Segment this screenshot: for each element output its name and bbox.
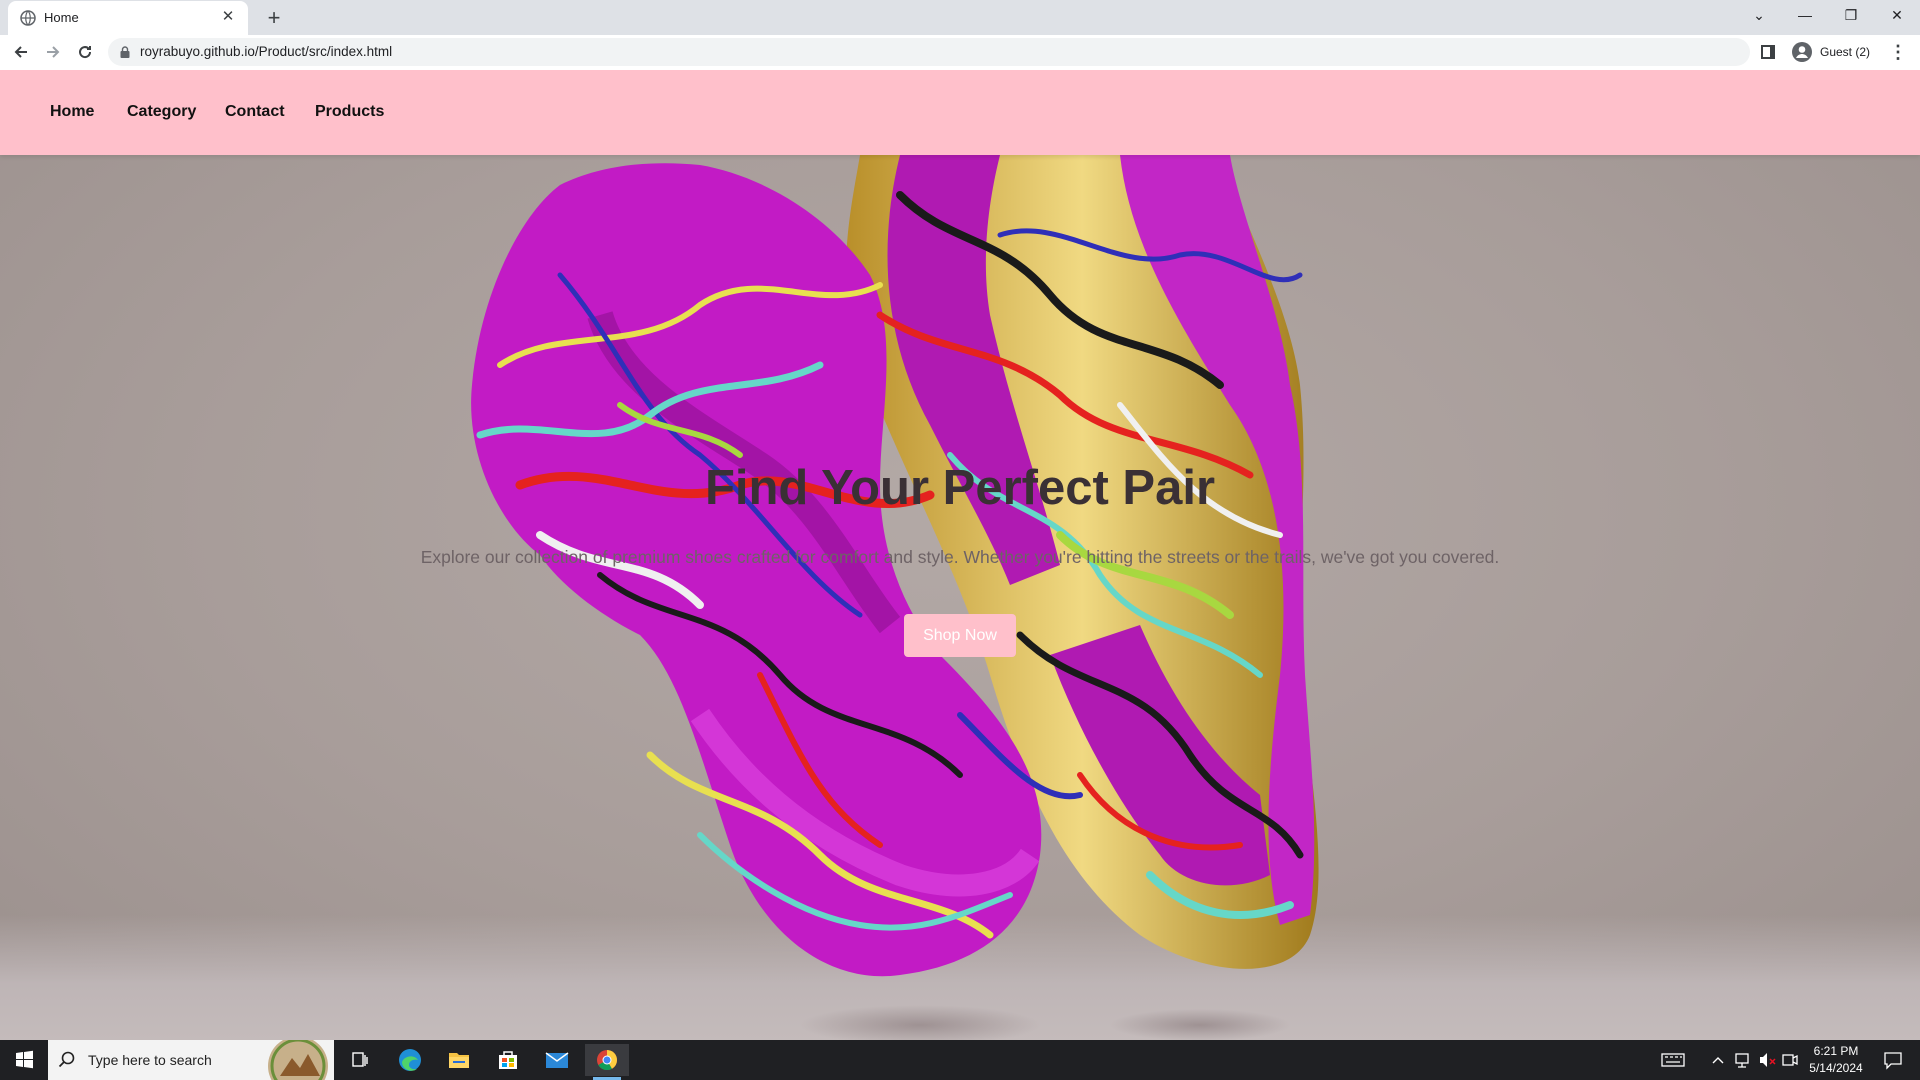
edge-button[interactable] (388, 1044, 432, 1076)
back-button[interactable] (7, 38, 35, 66)
windows-logo-icon (16, 1050, 33, 1069)
file-explorer-button[interactable] (437, 1044, 481, 1076)
address-bar[interactable]: royrabuyo.github.io/Product/src/index.ht… (108, 38, 1750, 66)
hero-title: Find Your Perfect Pair (704, 461, 1216, 515)
profile-label: Guest (2) (1820, 45, 1871, 59)
search-highlight-image (268, 1040, 328, 1080)
tab-title: Home (44, 10, 79, 25)
start-button[interactable] (0, 1040, 48, 1080)
search-placeholder: Type here to search (88, 1052, 212, 1068)
arrow-right-icon (47, 46, 60, 58)
reload-button[interactable] (71, 38, 99, 66)
browser-tab-home[interactable]: Home ✕ (8, 1, 248, 35)
taskbar-search[interactable]: Type here to search (48, 1040, 334, 1080)
browser-toolbar: royrabuyo.github.io/Product/src/index.ht… (0, 35, 1920, 70)
store-icon (499, 1051, 517, 1069)
clock-time[interactable]: 6:21 PM (1802, 1044, 1870, 1058)
url-text: royrabuyo.github.io/Product/src/index.ht… (140, 44, 393, 59)
browser-menu-button[interactable]: ⋮ (1884, 38, 1912, 66)
edge-icon (399, 1049, 421, 1071)
avatar-icon (1792, 42, 1812, 62)
task-view-button[interactable] (338, 1044, 382, 1076)
store-button[interactable] (486, 1044, 530, 1076)
restore-button[interactable]: ❐ (1828, 0, 1874, 30)
keyboard-layout-icon[interactable] (1660, 1040, 1686, 1080)
chrome-button[interactable] (585, 1044, 629, 1080)
notifications-icon[interactable] (1878, 1040, 1908, 1080)
meet-now-icon[interactable] (1781, 1040, 1799, 1080)
windows-taskbar: Type here to search 6:21 PM 5/14/2024 (0, 1040, 1920, 1080)
browser-tab-strip: Home ✕ + ⌄ — ❐ ✕ (0, 0, 1920, 35)
hero-shoes-image (471, 155, 1319, 1040)
nav-link-products[interactable]: Products (315, 103, 384, 121)
tab-search-button[interactable]: ⌄ (1736, 0, 1782, 30)
task-view-icon (352, 1052, 368, 1067)
nav-link-category[interactable]: Category (127, 103, 196, 121)
forward-button[interactable] (39, 38, 67, 66)
mail-button[interactable] (535, 1044, 579, 1076)
reload-icon (79, 46, 92, 59)
globe-icon (20, 10, 36, 26)
chrome-icon (597, 1050, 618, 1071)
new-tab-button[interactable]: + (260, 4, 288, 32)
tab-close-icon[interactable]: ✕ (218, 7, 238, 27)
mail-icon (545, 1052, 569, 1068)
side-panel-icon[interactable] (1761, 45, 1775, 59)
site-navbar: Home Category Contact Products (0, 70, 1920, 155)
hero-section: Find Your Perfect Pair Explore our colle… (0, 155, 1920, 1040)
hero-subtitle: Explore our collection of premium shoes … (420, 547, 1500, 567)
nav-link-contact[interactable]: Contact (225, 103, 285, 121)
volume-muted-icon[interactable] (1757, 1040, 1777, 1080)
nav-link-home[interactable]: Home (50, 103, 94, 121)
minimize-button[interactable]: — (1782, 0, 1828, 30)
search-icon (58, 1051, 75, 1068)
web-page: Home Category Contact Products Find Your… (0, 70, 1920, 1040)
profile-button[interactable]: Guest (2) (1790, 38, 1870, 66)
close-window-button[interactable]: ✕ (1874, 0, 1920, 30)
file-explorer-icon (449, 1053, 469, 1068)
shop-now-button[interactable]: Shop Now (904, 614, 1016, 657)
lock-icon (120, 46, 130, 58)
clock-date[interactable]: 5/14/2024 (1802, 1061, 1870, 1075)
chevron-up-icon[interactable] (1710, 1040, 1726, 1080)
arrow-left-icon (14, 46, 27, 58)
network-icon[interactable] (1733, 1040, 1753, 1080)
